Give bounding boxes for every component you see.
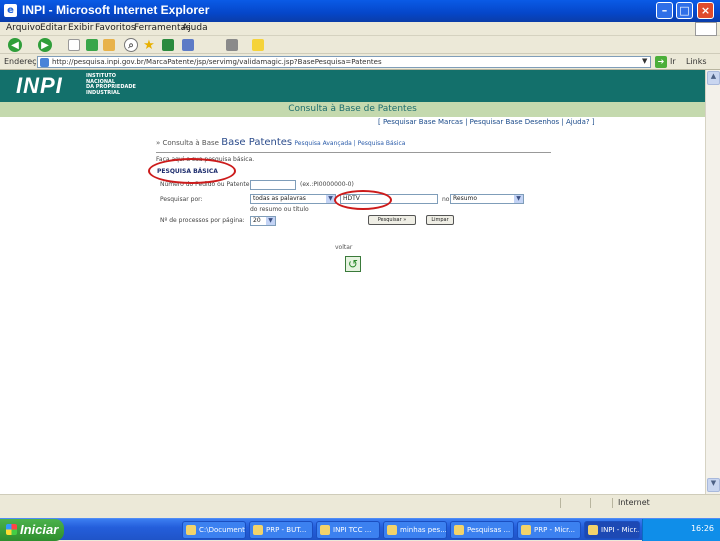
ie-icon: e xyxy=(4,4,17,17)
inpi-logo: INPI xyxy=(16,73,63,98)
start-button[interactable]: Iniciar xyxy=(0,519,64,541)
window-titlebar: e INPI - Microsoft Internet Explorer – □… xyxy=(0,0,720,22)
forward-icon[interactable]: ▶ xyxy=(38,38,52,52)
clock: 16:26 xyxy=(690,524,714,533)
page-viewport: INPI INSTITUTO NACIONAL DA PROPRIEDADE I… xyxy=(0,70,705,494)
annotation-oval-pesquisa xyxy=(148,158,236,184)
pesquisar-por-label: Pesquisar por: xyxy=(160,196,203,203)
home-icon[interactable] xyxy=(103,39,115,51)
notes-icon[interactable] xyxy=(252,39,264,51)
per-page-select[interactable]: 20 ▼ xyxy=(250,216,276,226)
taskbar-item[interactable]: C:\Documents... xyxy=(182,521,246,539)
browser-toolbar: ◀ ▶ ⌕ ★ xyxy=(0,36,720,54)
zone-label: Internet xyxy=(618,498,650,507)
menu-favoritos[interactable]: Favoritos xyxy=(95,23,136,33)
media-icon[interactable] xyxy=(162,39,174,51)
section-title-main: Base Patentes xyxy=(221,137,293,148)
address-input[interactable]: http://pesquisa.inpi.gov.br/MarcaPatente… xyxy=(37,56,651,68)
back-icon[interactable]: ◀ xyxy=(8,38,22,52)
per-page-label: Nº de processos por página: xyxy=(160,217,245,224)
clear-button[interactable]: Limpar xyxy=(426,215,454,225)
taskbar-item[interactable]: minhas pes... xyxy=(383,521,447,539)
chevron-down-icon: ▼ xyxy=(266,217,275,225)
stop-icon[interactable] xyxy=(68,39,80,51)
voltar-label[interactable]: voltar xyxy=(335,244,352,251)
print-icon[interactable] xyxy=(226,39,238,51)
taskbar: Iniciar C:\Documents... PRP - BUT... INP… xyxy=(0,518,720,541)
section-sub-links[interactable]: Pesquisa Avançada | Pesquisa Básica xyxy=(294,140,405,147)
search-icon[interactable]: ⌕ xyxy=(124,38,138,52)
taskbar-item[interactable]: Pesquisas ... xyxy=(450,521,514,539)
menu-editar[interactable]: Editar xyxy=(40,23,67,33)
address-bar: Endereço http://pesquisa.inpi.gov.br/Mar… xyxy=(0,54,720,70)
favorites-icon[interactable]: ★ xyxy=(142,38,156,53)
taskbar-item[interactable]: INPI TCC ... xyxy=(316,521,380,539)
words-select[interactable]: todas as palavras ▼ xyxy=(250,194,336,204)
taskbar-item[interactable]: PRP - Micr... xyxy=(517,521,581,539)
links-label[interactable]: Links xyxy=(686,57,707,66)
pedido-input[interactable] xyxy=(250,180,296,190)
scroll-up-icon[interactable]: ▲ xyxy=(707,71,720,85)
page-title: Consulta à Base de Patentes xyxy=(288,104,417,114)
taskbar-item[interactable]: PRP - BUT... xyxy=(249,521,313,539)
go-icon[interactable]: ➔ xyxy=(655,56,667,68)
back-arrow-icon[interactable]: ↺ xyxy=(345,256,361,272)
vertical-scrollbar[interactable]: ▲ ▼ xyxy=(705,70,720,494)
minimize-button[interactable]: – xyxy=(656,2,673,19)
mail-icon[interactable] xyxy=(182,39,194,51)
go-label[interactable]: Ir xyxy=(670,57,676,66)
chevron-down-icon: ▼ xyxy=(514,195,523,203)
top-links[interactable]: [ Pesquisar Base Marcas | Pesquisar Base… xyxy=(378,118,595,126)
status-bar: Internet xyxy=(0,494,720,510)
close-button[interactable]: × xyxy=(697,2,714,19)
menu-arquivo[interactable]: Arquivo xyxy=(6,23,40,33)
institute-name: INSTITUTO NACIONAL DA PROPRIEDADE INDUST… xyxy=(86,73,136,96)
refresh-icon[interactable] xyxy=(86,39,98,51)
section-title: » Consulta à Base Base Patentes Pesquisa… xyxy=(156,137,406,148)
maximize-button[interactable]: □ xyxy=(676,2,693,19)
window-title: INPI - Microsoft Internet Explorer xyxy=(22,3,210,17)
annotation-oval-term xyxy=(334,190,392,210)
inpi-banner: INPI INSTITUTO NACIONAL DA PROPRIEDADE I… xyxy=(0,70,705,102)
divider xyxy=(156,152,551,153)
scroll-down-icon[interactable]: ▼ xyxy=(707,478,720,492)
pedido-example: (ex.:PI0000000-0) xyxy=(300,181,354,188)
field-select[interactable]: Resumo ▼ xyxy=(450,194,524,204)
menu-bar: Arquivo Editar Exibir Favoritos Ferramen… xyxy=(0,22,720,36)
search-button[interactable]: Pesquisar » xyxy=(368,215,416,225)
chevron-down-icon[interactable]: ▼ xyxy=(642,57,647,65)
menu-exibir[interactable]: Exibir xyxy=(68,23,93,33)
windows-logo-icon xyxy=(695,22,717,36)
menu-ajuda[interactable]: Ajuda xyxy=(182,23,208,33)
address-label: Endereço xyxy=(4,57,42,66)
taskbar-item-active[interactable]: INPI - Micr... xyxy=(584,521,640,539)
words-select-hint: do resumo ou título xyxy=(250,206,309,213)
field-connector: no xyxy=(442,196,450,203)
system-tray: 16:26 xyxy=(642,519,720,541)
